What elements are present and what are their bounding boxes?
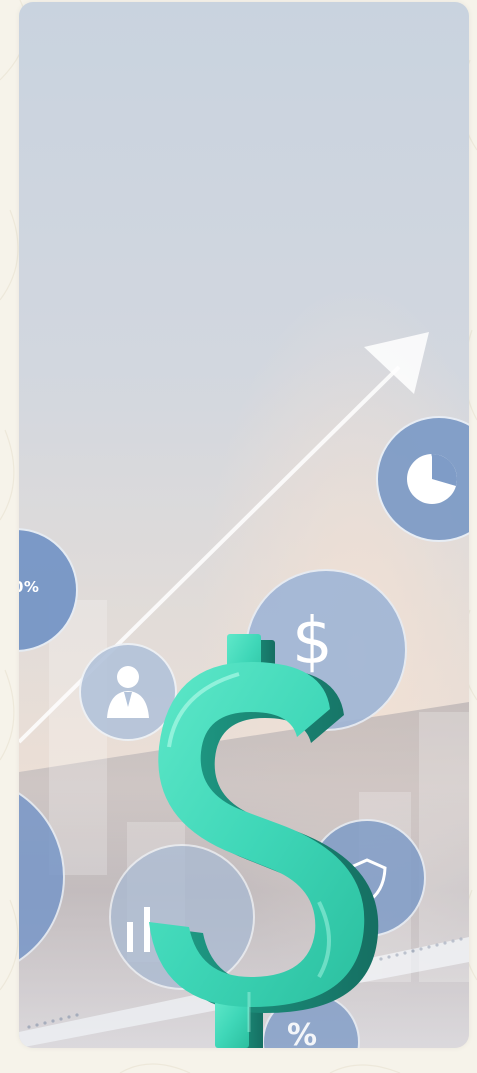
dollar-circle-label: $ xyxy=(292,605,333,679)
percent-label-bottom: % xyxy=(287,1018,318,1048)
finance-scene xyxy=(19,2,469,1048)
hero-photo: 0% $ % xyxy=(19,2,469,1048)
percent-label-left: 0% xyxy=(19,578,40,596)
page: 0% $ % xyxy=(0,0,477,1073)
